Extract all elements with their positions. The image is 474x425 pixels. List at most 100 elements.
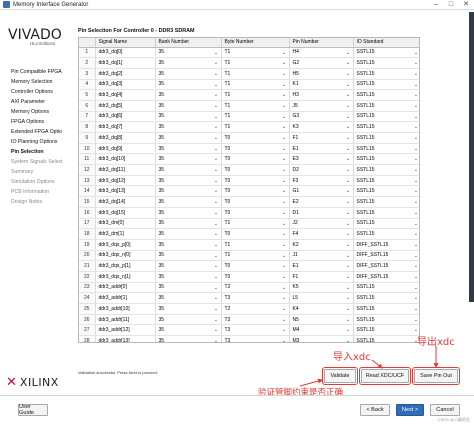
chevron-down-icon[interactable]: ⌄ [214,221,219,227]
chevron-down-icon[interactable]: ⌄ [346,285,351,291]
chevron-down-icon[interactable]: ⌄ [282,221,287,227]
pin-select[interactable]: J1 ⌄ [289,250,354,262]
iostd-select[interactable]: SSTL15 ⌄ [353,282,419,294]
chevron-down-icon[interactable]: ⌄ [414,199,419,205]
byte-select[interactable]: T1 ⌄ [221,57,290,69]
bank-select[interactable]: 35 ⌄ [155,57,222,69]
bank-select[interactable]: 35 ⌄ [155,228,222,240]
chevron-down-icon[interactable]: ⌄ [414,60,419,66]
bank-select[interactable]: 35 ⌄ [155,303,222,315]
chevron-down-icon[interactable]: ⌄ [214,306,219,312]
chevron-down-icon[interactable]: ⌄ [414,156,419,162]
pin-select[interactable]: L5 ⌄ [289,292,354,304]
chevron-down-icon[interactable]: ⌄ [214,210,219,216]
chevron-down-icon[interactable]: ⌄ [414,146,419,152]
bank-select[interactable]: 35 ⌄ [155,239,222,251]
byte-select[interactable]: T3 ⌄ [221,324,290,337]
chevron-down-icon[interactable]: ⌄ [414,71,419,77]
iostd-select[interactable]: SSTL15 ⌄ [353,57,419,69]
chevron-down-icon[interactable]: ⌄ [414,82,419,88]
iostd-select[interactable]: SSTL15 ⌄ [353,228,419,240]
bank-select[interactable]: 35 ⌄ [155,250,222,262]
byte-select[interactable]: T1 ⌄ [221,89,290,101]
pin-select[interactable]: E1 ⌄ [289,260,354,272]
nav-item-fpga-options[interactable]: FPGA Options [11,117,63,127]
chevron-down-icon[interactable]: ⌄ [346,295,351,301]
chevron-down-icon[interactable]: ⌄ [282,103,287,109]
back-button[interactable]: < Back [360,404,390,416]
chevron-down-icon[interactable]: ⌄ [346,60,351,66]
chevron-down-icon[interactable]: ⌄ [414,274,419,280]
chevron-down-icon[interactable]: ⌄ [346,221,351,227]
chevron-down-icon[interactable]: ⌄ [282,124,287,130]
chevron-down-icon[interactable]: ⌄ [214,124,219,130]
chevron-down-icon[interactable]: ⌄ [214,327,219,333]
chevron-down-icon[interactable]: ⌄ [414,295,419,301]
bank-select[interactable]: 35 ⌄ [155,207,222,219]
byte-select[interactable]: T0 ⌄ [221,260,290,272]
maximize-button[interactable]: □ [445,1,457,9]
bank-select[interactable]: 35 ⌄ [155,164,222,176]
chevron-down-icon[interactable]: ⌄ [282,188,287,194]
chevron-down-icon[interactable]: ⌄ [346,188,351,194]
chevron-down-icon[interactable]: ⌄ [282,210,287,216]
chevron-down-icon[interactable]: ⌄ [346,92,351,98]
chevron-down-icon[interactable]: ⌄ [414,253,419,259]
pin-select[interactable]: K3 ⌄ [289,121,354,133]
chevron-down-icon[interactable]: ⌄ [282,146,287,152]
chevron-down-icon[interactable]: ⌄ [282,114,287,120]
iostd-select[interactable]: SSTL15 ⌄ [353,175,419,187]
chevron-down-icon[interactable]: ⌄ [282,231,287,237]
iostd-select[interactable]: SSTL15 ⌄ [353,196,419,208]
iostd-select[interactable]: DIFF_SSTL15 ⌄ [353,250,419,262]
iostd-select[interactable]: SSTL15 ⌄ [353,89,419,101]
chevron-down-icon[interactable]: ⌄ [414,167,419,173]
iostd-select[interactable]: SSTL15 ⌄ [353,303,419,315]
bank-select[interactable]: 35 ⌄ [155,89,222,101]
pin-select[interactable]: F1 ⌄ [289,271,354,283]
close-button[interactable]: ✕ [460,1,472,9]
chevron-down-icon[interactable]: ⌄ [214,71,219,77]
byte-select[interactable]: T0 ⌄ [221,185,290,198]
bank-select[interactable]: 35 ⌄ [155,282,222,294]
byte-select[interactable]: T1 ⌄ [221,100,290,112]
chevron-down-icon[interactable]: ⌄ [214,242,219,248]
chevron-down-icon[interactable]: ⌄ [414,178,419,184]
bank-select[interactable]: 35 ⌄ [155,79,222,91]
bank-select[interactable]: 35 ⌄ [155,292,222,304]
next-button[interactable]: Next > [396,404,424,416]
pin-select[interactable]: N5 ⌄ [289,314,354,326]
byte-select[interactable]: T0 ⌄ [221,132,290,144]
iostd-select[interactable]: SSTL15 ⌄ [353,79,419,91]
chevron-down-icon[interactable]: ⌄ [282,242,287,248]
chevron-down-icon[interactable]: ⌄ [214,263,219,269]
chevron-down-icon[interactable]: ⌄ [414,50,419,56]
chevron-down-icon[interactable]: ⌄ [346,114,351,120]
iostd-select[interactable]: SSTL15 ⌄ [353,207,419,219]
chevron-down-icon[interactable]: ⌄ [214,285,219,291]
chevron-down-icon[interactable]: ⌄ [346,199,351,205]
validate-button[interactable]: Validate [322,367,358,385]
read-xdc-ucf-button[interactable]: Read XDC/UCF [359,367,411,385]
chevron-down-icon[interactable]: ⌄ [282,274,287,280]
bank-select[interactable]: 35 ⌄ [155,196,222,208]
bank-select[interactable]: 35 ⌄ [155,175,222,187]
chevron-down-icon[interactable]: ⌄ [214,146,219,152]
nav-item-controller-options[interactable]: Controller Options [11,87,63,97]
chevron-down-icon[interactable]: ⌄ [346,146,351,152]
pin-select[interactable]: G3 ⌄ [289,111,354,123]
bank-select[interactable]: 35 ⌄ [155,260,222,272]
byte-select[interactable]: T1 ⌄ [221,250,290,262]
iostd-select[interactable]: DIFF_SSTL15 ⌄ [353,239,419,251]
bank-select[interactable]: 35 ⌄ [155,335,222,342]
user-guide-button[interactable]: User Guide [18,404,48,416]
chevron-down-icon[interactable]: ⌄ [346,317,351,323]
vertical-scrollbar[interactable] [469,12,474,302]
chevron-down-icon[interactable]: ⌄ [346,231,351,237]
iostd-select[interactable]: DIFF_SSTL15 ⌄ [353,271,419,283]
bank-select[interactable]: 35 ⌄ [155,153,222,166]
chevron-down-icon[interactable]: ⌄ [414,285,419,291]
bank-select[interactable]: 35 ⌄ [155,185,222,198]
bank-select[interactable]: 35 ⌄ [155,100,222,112]
chevron-down-icon[interactable]: ⌄ [214,338,219,342]
